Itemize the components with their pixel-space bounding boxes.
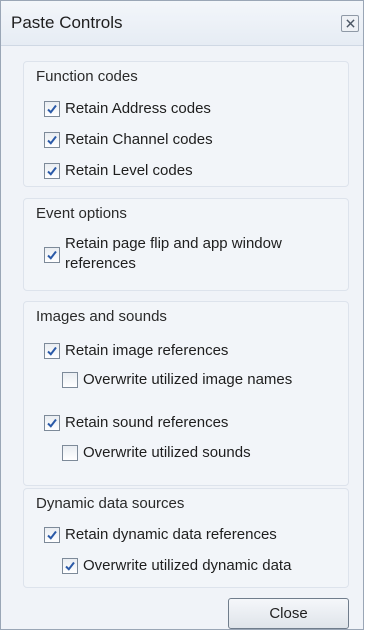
check-icon (47, 418, 57, 428)
checkbox-label: Overwrite utilized dynamic data (83, 557, 292, 574)
checkbox-retain-page-flip[interactable]: Retain page flip and app window referenc… (44, 234, 325, 274)
checkbox-label: Overwrite utilized sounds (83, 444, 251, 461)
paste-controls-dialog: Paste Controls Function codes Retain Add… (0, 0, 364, 630)
check-icon (47, 530, 57, 540)
checkbox-box[interactable] (44, 343, 60, 359)
checkbox-overwrite-sounds[interactable]: Overwrite utilized sounds (62, 443, 251, 463)
checkbox-box[interactable] (44, 527, 60, 543)
close-icon (345, 19, 355, 28)
checkbox-label: Retain image references (65, 342, 229, 359)
checkbox-box[interactable] (44, 132, 60, 148)
title-bar: Paste Controls (1, 1, 363, 46)
group-title-images-sounds: Images and sounds (36, 308, 173, 325)
checkbox-box[interactable] (62, 558, 78, 574)
dialog-title: Paste Controls (11, 13, 123, 32)
group-dynamic-data: Dynamic data sources Retain dynamic data… (23, 488, 349, 588)
group-title-function-codes: Function codes (36, 68, 144, 85)
checkbox-label: Retain dynamic data references (65, 526, 277, 543)
group-function-codes: Function codes Retain Address codes Reta… (23, 61, 349, 187)
group-title-dynamic-data: Dynamic data sources (36, 495, 191, 512)
checkbox-overwrite-image-names[interactable]: Overwrite utilized image names (62, 370, 292, 390)
checkbox-label: Retain page flip and app window referenc… (65, 235, 282, 272)
checkbox-retain-address-codes[interactable]: Retain Address codes (44, 99, 211, 119)
check-icon (47, 104, 57, 114)
check-icon (47, 166, 57, 176)
checkbox-label: Retain Channel codes (65, 131, 213, 148)
checkbox-box[interactable] (44, 415, 60, 431)
check-icon (47, 346, 57, 356)
checkbox-label: Overwrite utilized image names (83, 371, 293, 388)
checkbox-label: Retain Level codes (65, 162, 193, 179)
check-icon (65, 561, 75, 571)
dialog-body: Function codes Retain Address codes Reta… (1, 46, 363, 629)
close-button[interactable]: Close (228, 598, 349, 629)
checkbox-retain-sound-references[interactable]: Retain sound references (44, 413, 228, 433)
checkbox-retain-image-references[interactable]: Retain image references (44, 341, 228, 361)
group-title-event-options: Event options (36, 205, 133, 222)
checkbox-retain-dynamic-data[interactable]: Retain dynamic data references (44, 525, 277, 545)
close-window-button[interactable] (341, 15, 359, 32)
checkbox-label: Retain Address codes (65, 100, 211, 117)
checkbox-box[interactable] (62, 445, 78, 461)
checkbox-label: Retain sound references (65, 414, 229, 431)
checkbox-box[interactable] (62, 372, 78, 388)
checkbox-box[interactable] (44, 101, 60, 117)
group-event-options: Event options Retain page flip and app w… (23, 198, 349, 291)
checkbox-box[interactable] (44, 163, 60, 179)
check-icon (47, 250, 57, 260)
checkbox-box[interactable] (44, 247, 60, 263)
checkbox-retain-channel-codes[interactable]: Retain Channel codes (44, 130, 213, 150)
checkbox-overwrite-dynamic-data[interactable]: Overwrite utilized dynamic data (62, 556, 291, 576)
check-icon (47, 135, 57, 145)
checkbox-retain-level-codes[interactable]: Retain Level codes (44, 161, 193, 181)
group-images-sounds: Images and sounds Retain image reference… (23, 301, 349, 486)
